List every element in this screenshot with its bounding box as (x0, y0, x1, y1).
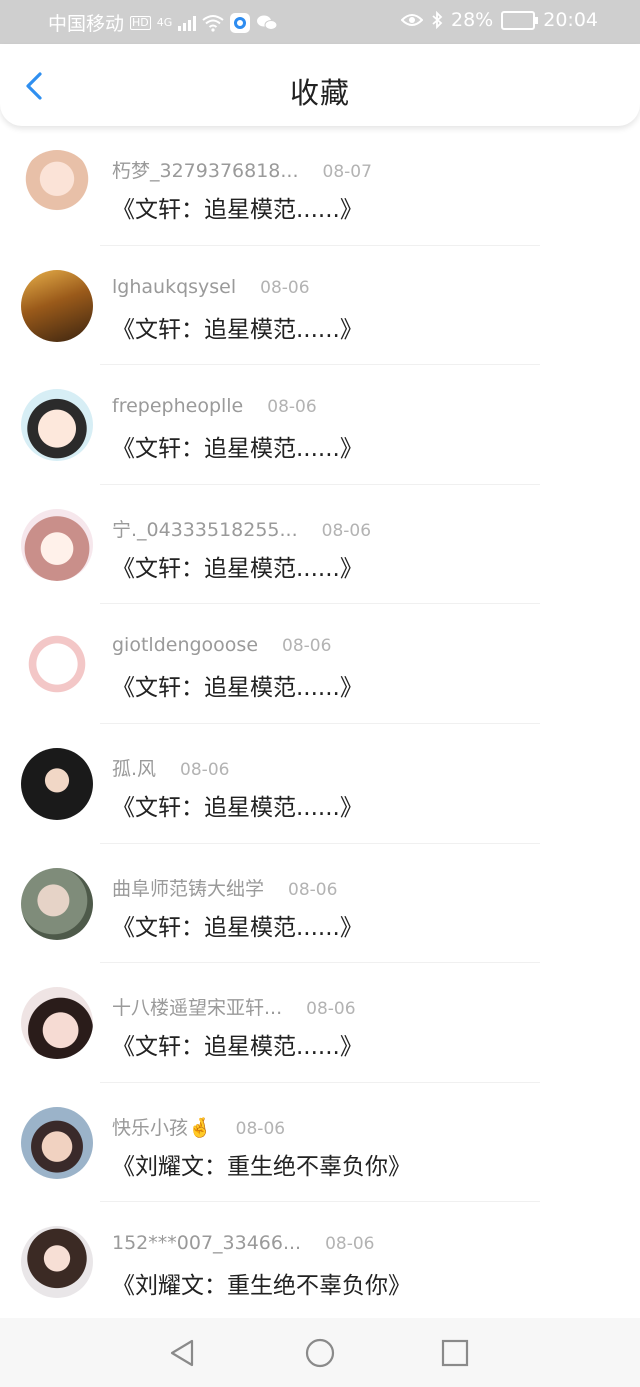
system-nav-bar (0, 1318, 640, 1387)
story-title[interactable]: 《文轩：追星模范......》 (112, 668, 363, 702)
system-back-button[interactable] (166, 1336, 200, 1370)
battery-percent: 28% (451, 9, 494, 31)
story-title[interactable]: 《文轩：追星模范......》 (112, 190, 363, 224)
avatar[interactable] (21, 628, 93, 701)
story-title[interactable]: 《文轩：追星模范......》 (112, 788, 363, 822)
item-meta: 孤.风 08-06 (112, 754, 229, 781)
item-meta: 快乐小孩🤞 08-06 (112, 1113, 285, 1140)
wifi-icon (202, 14, 224, 32)
item-meta: lghaukqsysel 08-06 (112, 276, 310, 298)
user-name[interactable]: 朽梦_3279376818... (112, 156, 299, 183)
user-name[interactable]: 曲阜师范铸大绌学 (112, 874, 264, 901)
circle-home-icon (305, 1338, 335, 1368)
avatar[interactable] (21, 508, 93, 581)
item-meta: giotldengooose 08-06 (112, 634, 331, 656)
user-name[interactable]: lghaukqsysel (112, 276, 236, 298)
wechat-icon (257, 15, 278, 30)
status-bar: 中国移动 HD 4G 28% 20:04 (0, 0, 640, 44)
carrier-label: 中国移动 (48, 13, 125, 35)
favorite-item[interactable]: 十八楼遥望宋亚轩... 08-06 《文轩：追星模范......》 (0, 963, 640, 1083)
bluetooth-icon (432, 11, 443, 29)
avatar[interactable] (21, 747, 93, 820)
collect-date: 08-06 (288, 879, 338, 900)
story-title[interactable]: 《文轩：追星模范......》 (112, 1027, 363, 1061)
page-title: 收藏 (289, 76, 350, 110)
user-name[interactable]: 152***007_33466... (112, 1232, 301, 1254)
story-title[interactable]: 《文轩：追星模范......》 (112, 908, 363, 942)
user-name[interactable]: 孤.风 (112, 754, 156, 781)
favorite-item[interactable]: 孤.风 08-06 《文轩：追星模范......》 (0, 724, 640, 844)
clock: 20:04 (543, 9, 598, 31)
collect-date: 08-06 (282, 636, 332, 657)
battery-icon (501, 10, 539, 30)
favorite-item[interactable]: frepepheoplle 08-06 《文轩：追星模范......》 (0, 365, 640, 485)
favorite-item[interactable]: 宁._04333518255... 08-06 《文轩：追星模范......》 (0, 485, 640, 605)
item-meta: 152***007_33466... 08-06 (112, 1232, 375, 1254)
item-meta: 十八楼遥望宋亚轩... 08-06 (112, 993, 356, 1020)
item-meta: 曲阜师范铸大绌学 08-06 (112, 874, 337, 901)
story-title[interactable]: 《文轩：追星模范......》 (112, 310, 363, 344)
system-home-button[interactable] (303, 1336, 337, 1370)
story-title[interactable]: 《刘耀文：重生绝不辜负你》 (112, 1147, 411, 1181)
avatar[interactable] (21, 1226, 93, 1299)
app-notification-icon (230, 12, 251, 33)
collect-date: 08-06 (180, 759, 230, 780)
network-label: 4G (156, 16, 173, 29)
story-title[interactable]: 《刘耀文：重生绝不辜负你》 (112, 1266, 411, 1300)
signal-icon (178, 15, 197, 31)
system-recents-button[interactable] (438, 1336, 472, 1370)
favorites-list: 朽梦_3279376818... 08-07 《文轩：追星模范......》 lgha… (0, 126, 640, 1322)
avatar[interactable] (21, 150, 93, 222)
favorite-item[interactable]: lghaukqsysel 08-06 《文轩：追星模范......》 (0, 246, 640, 366)
user-name[interactable]: giotldengooose (112, 634, 258, 656)
user-name[interactable]: frepepheoplle (112, 395, 243, 417)
item-meta: 朽梦_3279376818... 08-07 (112, 156, 372, 183)
avatar[interactable] (21, 867, 93, 940)
avatar[interactable] (21, 1106, 93, 1179)
item-meta: 宁._04333518255... 08-06 (112, 515, 371, 542)
hd-badge: HD (130, 15, 151, 30)
story-title[interactable]: 《文轩：追星模范......》 (112, 549, 363, 583)
user-name[interactable]: 宁._04333518255... (112, 515, 298, 542)
collect-date: 08-06 (267, 397, 317, 418)
user-name[interactable]: 快乐小孩🤞 (112, 1113, 212, 1140)
collect-date: 08-06 (235, 1118, 286, 1139)
favorite-item[interactable]: 曲阜师范铸大绌学 08-06 《文轩：追星模范......》 (0, 844, 640, 964)
favorite-item[interactable]: 快乐小孩🤞 08-06 《刘耀文：重生绝不辜负你》 (0, 1083, 640, 1203)
collect-date: 08-06 (306, 999, 356, 1020)
triangle-back-icon (170, 1339, 194, 1367)
favorite-item[interactable]: giotldengooose 08-06 《文轩：追星模范......》 (0, 604, 640, 724)
square-recents-icon (441, 1339, 469, 1367)
collect-date: 08-06 (321, 520, 372, 541)
favorite-item[interactable]: 152***007_33466... 08-06 《刘耀文：重生绝不辜负你》 (0, 1202, 640, 1322)
item-meta: frepepheoplle 08-06 (112, 395, 317, 417)
avatar[interactable] (21, 389, 93, 462)
avatar[interactable] (21, 269, 93, 342)
collect-date: 08-06 (325, 1234, 375, 1255)
collect-date: 08-07 (322, 162, 372, 182)
favorite-item[interactable]: 朽梦_3279376818... 08-07 《文轩：追星模范......》 (0, 126, 640, 246)
collect-date: 08-06 (260, 277, 310, 298)
eye-icon (401, 14, 423, 26)
user-name[interactable]: 十八楼遥望宋亚轩... (112, 993, 282, 1020)
avatar[interactable] (21, 987, 93, 1060)
story-title[interactable]: 《文轩：追星模范......》 (112, 429, 363, 463)
nav-bar: 收藏 (0, 44, 640, 126)
